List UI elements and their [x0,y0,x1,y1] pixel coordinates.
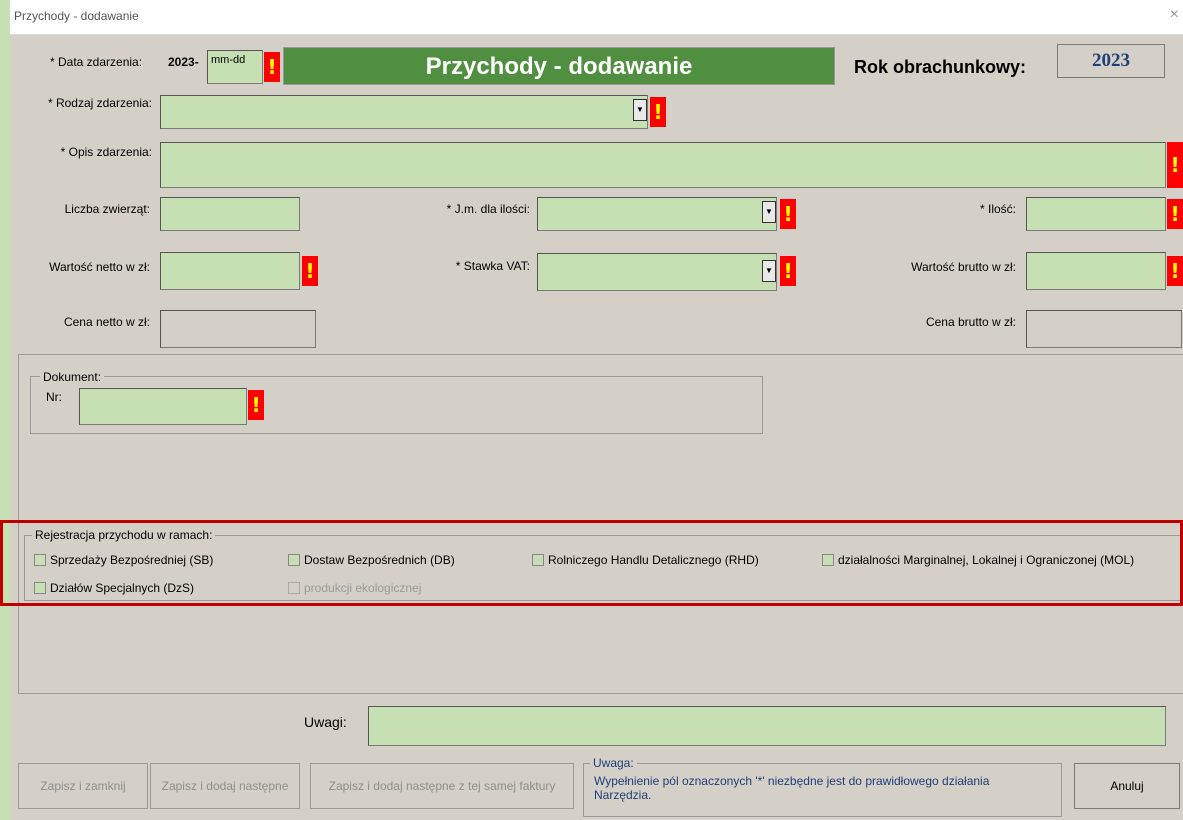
netto-label: Wartość netto w zł: [49,260,150,274]
jm-required-icon: ! [780,199,796,229]
date-label: * Data zdarzenia: [50,55,143,69]
chevron-down-icon[interactable]: ▼ [762,201,776,223]
date-input[interactable]: mm-dd [207,50,263,84]
rodzaj-required-icon: ! [650,97,666,127]
jm-label: * J.m. dla ilości: [446,202,530,216]
close-icon[interactable]: × [1170,6,1179,24]
opis-input[interactable] [160,142,1166,188]
nr-label: Nr: [46,390,62,404]
jm-select[interactable]: ▼ [537,197,777,231]
form-banner: Przychody - dodawanie [283,47,835,85]
chevron-down-icon[interactable]: ▼ [633,99,647,121]
cena-brutto-label: Cena brutto w zł: [925,315,1016,329]
opis-label: * Opis zdarzenia: [60,145,152,159]
cena-brutto-value [1026,310,1182,348]
netto-required-icon: ! [302,256,318,286]
date-placeholder: mm-dd [211,54,246,66]
uwagi-label: Uwagi: [304,714,347,730]
rodzaj-label: * Rodzaj zdarzenia: [47,96,152,110]
ilosc-input[interactable] [1026,197,1166,231]
cancel-button[interactable]: Anuluj [1074,763,1180,809]
uwagi-input[interactable] [368,706,1166,746]
save-close-button[interactable]: Zapisz i zamknij [18,763,148,809]
save-next-button[interactable]: Zapisz i dodaj następne [150,763,300,809]
nr-input[interactable] [79,388,247,425]
save-next-same-invoice-button[interactable]: Zapisz i dodaj następne z tej samej fakt… [310,763,574,809]
opis-required-icon: ! [1167,142,1183,188]
dialog-window: Przychody - dodawanie × * Data zdarzenia… [10,0,1183,820]
rodzaj-select[interactable]: ▼ [160,95,648,129]
vat-label: * Stawka VAT: [455,259,530,273]
title-bar: Przychody - dodawanie × [10,0,1183,35]
netto-input[interactable] [160,252,300,290]
liczba-input[interactable] [160,197,300,231]
note-text: Wypełnienie pól oznaczonych '*' niezbędn… [594,774,990,802]
ilosc-label: * Ilość: [979,202,1016,216]
window-title: Przychody - dodawanie [14,9,139,23]
fiscal-year-value: 2023 [1057,44,1165,78]
vat-required-icon: ! [780,256,796,286]
dokument-legend: Dokument: [40,370,105,384]
cena-netto-label: Cena netto w zł: [63,315,150,329]
brutto-label: Wartość brutto w zł: [911,260,1016,274]
date-year: 2023- [168,55,199,69]
highlight-box [0,520,1183,606]
note-legend: Uwaga: [590,756,637,770]
cena-netto-value [160,310,316,348]
fiscal-year-label: Rok obrachunkowy: [854,57,1027,77]
ilosc-required-icon: ! [1167,199,1183,229]
date-required-icon: ! [264,52,280,82]
brutto-required-icon: ! [1167,256,1183,286]
brutto-input[interactable] [1026,252,1166,290]
chevron-down-icon[interactable]: ▼ [762,260,776,282]
vat-select[interactable]: ▼ [537,253,777,291]
liczba-label: Liczba zwierząt: [64,202,150,216]
nr-required-icon: ! [248,390,264,420]
